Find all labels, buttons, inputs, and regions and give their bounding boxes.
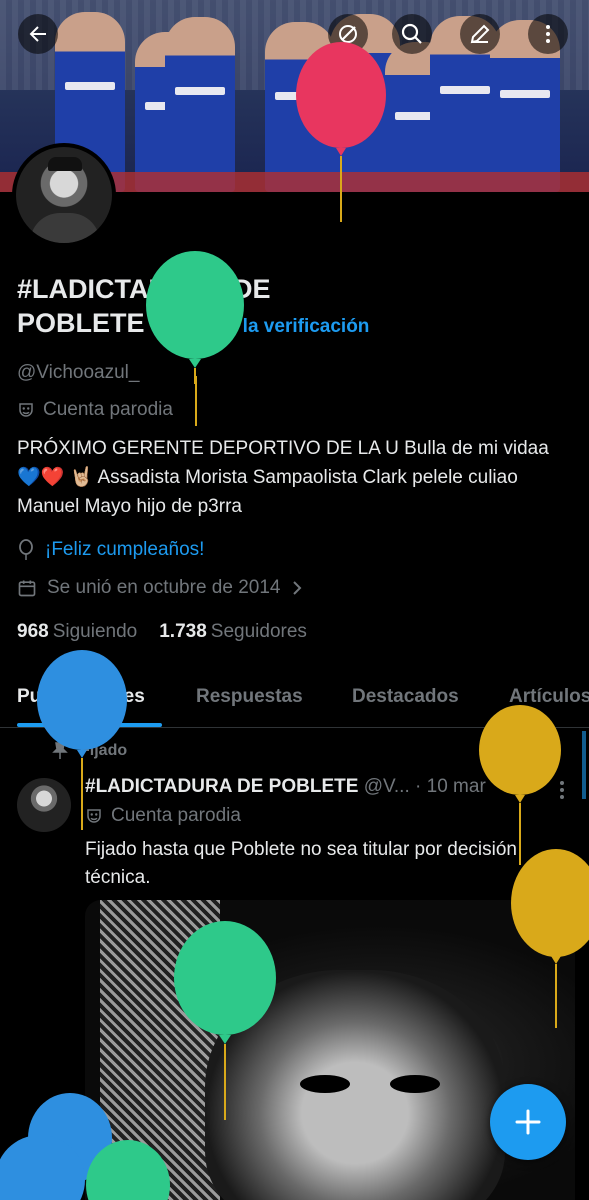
image-texture <box>100 900 220 1200</box>
more-vertical-icon <box>560 781 564 799</box>
calendar-icon <box>18 580 36 597</box>
pinned-label: Fijado <box>80 742 128 759</box>
post-author-handle: @V... <box>363 776 410 797</box>
verified-check-icon <box>154 312 177 334</box>
post-more-button[interactable] <box>553 779 571 806</box>
joined-text: Se unió en octubre de 2014 <box>47 577 281 598</box>
parody-label: Cuenta parodia <box>17 399 173 421</box>
profile-tabs: Publicaciones Respuestas Destacados Artí… <box>0 670 589 728</box>
post-parody-label: Cuenta parodia <box>85 805 241 827</box>
joined-row[interactable]: Se unió en octubre de 2014 <box>17 577 304 599</box>
balloon-string <box>195 376 197 426</box>
tab-publicaciones[interactable]: Publicaciones <box>17 686 145 708</box>
tab-respuestas[interactable]: Respuestas <box>196 686 303 708</box>
tab-destacados[interactable]: Destacados <box>352 686 459 708</box>
grok-button[interactable] <box>328 14 368 54</box>
get-verified-link[interactable]: Obtén la verificación <box>183 316 370 337</box>
back-arrow-icon <box>29 26 46 42</box>
pinned-indicator: Fijado <box>52 742 127 760</box>
post-author-avatar[interactable] <box>17 778 71 832</box>
chevron-right-icon <box>293 581 302 595</box>
following-count: 968 <box>17 621 49 642</box>
profile-display-name: #LADICTADURA DE POBLETE Obtén la verifica… <box>17 272 537 344</box>
post-image[interactable] <box>85 900 575 1200</box>
display-name-line2: POBLETE <box>17 308 145 338</box>
post-author-name[interactable]: #LADICTADURA DE POBLETE <box>85 776 358 797</box>
followers-count: 1.738 <box>159 621 207 642</box>
following-label: Siguiendo <box>52 621 138 642</box>
more-vertical-icon <box>546 25 550 43</box>
more-button[interactable] <box>528 14 568 54</box>
profile-bio: PRÓXIMO GERENTE DEPORTIVO DE LA U Bulla … <box>17 438 549 517</box>
followers-label: Seguidores <box>210 621 307 642</box>
mask-icon <box>19 403 33 417</box>
compose-button[interactable] <box>490 1084 566 1160</box>
edit-button[interactable] <box>460 14 500 54</box>
profile-handle: @Vichooazul_ <box>17 362 140 383</box>
birthday-row[interactable]: ¡Feliz cumpleaños! <box>17 539 204 561</box>
image-eye <box>390 1075 440 1093</box>
scroll-accent <box>582 731 586 799</box>
post-date[interactable]: · 10 mar <box>415 776 486 797</box>
post-parody-text: Cuenta parodia <box>111 805 241 826</box>
avatar-uniform <box>30 213 100 243</box>
search-button[interactable] <box>392 14 432 54</box>
grok-icon <box>339 25 357 43</box>
post-text: Fijado hasta que Poblete no sea titular … <box>85 839 517 888</box>
following-link[interactable]: 968 Siguiendo <box>17 621 137 643</box>
post-header: #LADICTADURA DE POBLETE @V... · 10 mar <box>85 776 555 798</box>
pin-icon <box>52 742 68 759</box>
avatar-cap <box>48 157 82 171</box>
birthday-text[interactable]: ¡Feliz cumpleaños! <box>45 539 204 561</box>
followers-link[interactable]: 1.738 Seguidores <box>159 621 307 643</box>
plus-icon <box>515 1109 541 1135</box>
banner-player <box>265 22 335 192</box>
display-name-line1: #LADICTADURA DE <box>17 274 271 304</box>
search-icon <box>401 23 422 44</box>
active-tab-indicator <box>17 723 162 727</box>
follow-stats: 968 Siguiendo 1.738 Seguidores <box>17 621 307 643</box>
profile-avatar[interactable] <box>12 143 116 247</box>
banner-player <box>165 17 235 192</box>
mask-icon <box>87 809 101 823</box>
image-eye <box>300 1075 350 1093</box>
balloon-icon <box>19 539 33 560</box>
parody-text: Cuenta parodia <box>43 399 173 420</box>
tab-articulos[interactable]: Artículos <box>509 686 589 708</box>
image-face <box>205 970 505 1200</box>
back-button[interactable] <box>18 14 58 54</box>
edit-pencil-icon <box>470 24 490 44</box>
